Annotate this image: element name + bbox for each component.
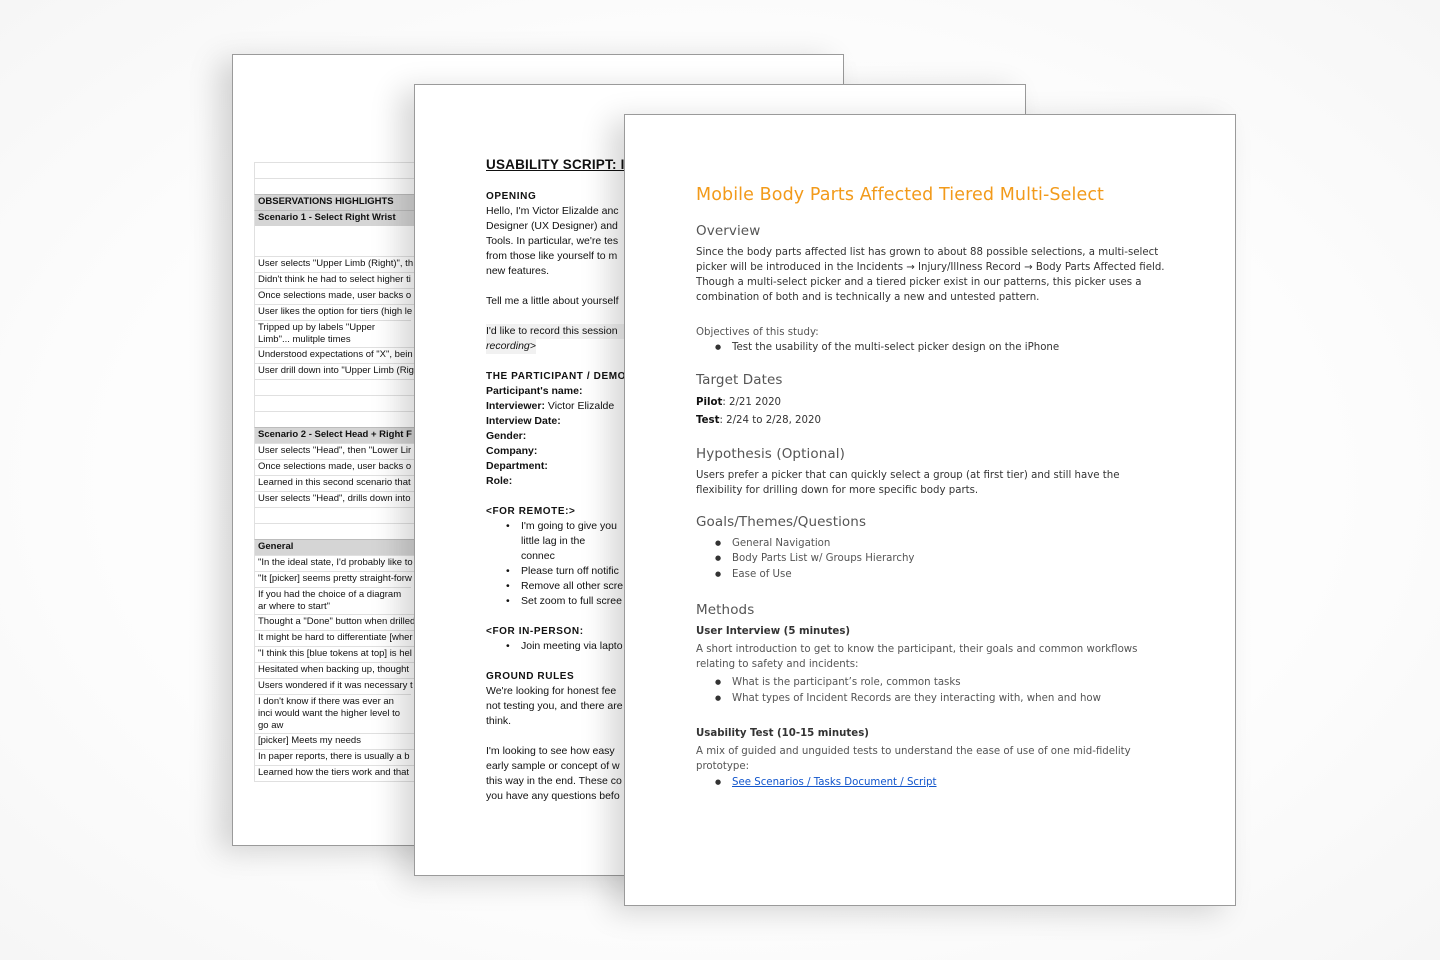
field-label: Participant's name: [486,385,583,397]
table-row: If you had the choice of a diagram ar wh… [254,587,411,614]
list-item: What is the participant’s role, common t… [715,675,1166,691]
overview-text: Since the body parts affected list has g… [696,247,1165,303]
field-label: Interview Date: [486,415,561,427]
test-value: : 2/24 to 2/28, 2020 [719,414,821,426]
list-item: Test the usability of the multi-select p… [715,340,1166,356]
table-row: I don't know if there was ever an inci w… [254,694,411,733]
objectives-list: Test the usability of the multi-select p… [696,340,1166,356]
test-label: Test [696,414,720,426]
document-title: Mobile Body Parts Affected Tiered Multi-… [696,185,1104,205]
list-item: See Scenarios / Tasks Document / Script [715,775,1166,791]
usability-list: See Scenarios / Tasks Document / Script [696,775,1166,791]
goals-list: General Navigation Body Parts List w/ Gr… [696,536,1166,583]
list-item: Ease of Use [715,567,1166,583]
interview-text: A short introduction to get to know the … [696,644,1138,670]
interview-title: User Interview (5 minutes) [696,626,851,637]
overview-heading: Overview [696,223,761,239]
interview-list: What is the participant’s role, common t… [696,675,1166,706]
pilot-value: : 2/21 2020 [722,396,782,408]
objectives-label: Objectives of this study: [696,327,819,338]
field-label: Gender: [486,430,527,442]
methods-heading: Methods [696,602,755,618]
scenarios-link[interactable]: See Scenarios / Tasks Document / Script [732,777,937,788]
target-dates-heading: Target Dates [696,371,783,388]
goals-heading: Goals/Themes/Questions [696,513,867,530]
pilot-date: Pilot: 2/21 2020 [696,394,1166,412]
study-plan-page: Mobile Body Parts Affected Tiered Multi-… [624,114,1236,906]
hypothesis-text: Users prefer a picker that can quickly s… [696,469,1120,496]
hypothesis-heading: Hypothesis (Optional) [696,445,845,462]
record-line-italic: recording> [486,340,536,352]
field-value: Victor Elizalde [547,400,615,412]
list-item: What types of Incident Records are they … [715,691,1166,707]
list-item: I'm going to give you little lag in the … [506,519,621,564]
table-row: Tripped up by labels "Upper Limb"... mul… [254,320,411,347]
field-label: Company: [486,445,538,457]
usability-text: A mix of guided and unguided tests to un… [696,746,1131,772]
plan-body: Mobile Body Parts Affected Tiered Multi-… [696,185,1166,791]
field-label: Department: [486,460,548,472]
list-item: Body Parts List w/ Groups Hierarchy [715,551,1166,567]
pilot-label: Pilot [696,396,723,408]
field-label: Role: [486,475,513,487]
usability-title: Usability Test (10-15 minutes) [696,728,869,739]
field-label: Interviewer: [486,400,545,412]
test-date: Test: 2/24 to 2/28, 2020 [696,412,1166,430]
list-item: General Navigation [715,536,1166,552]
